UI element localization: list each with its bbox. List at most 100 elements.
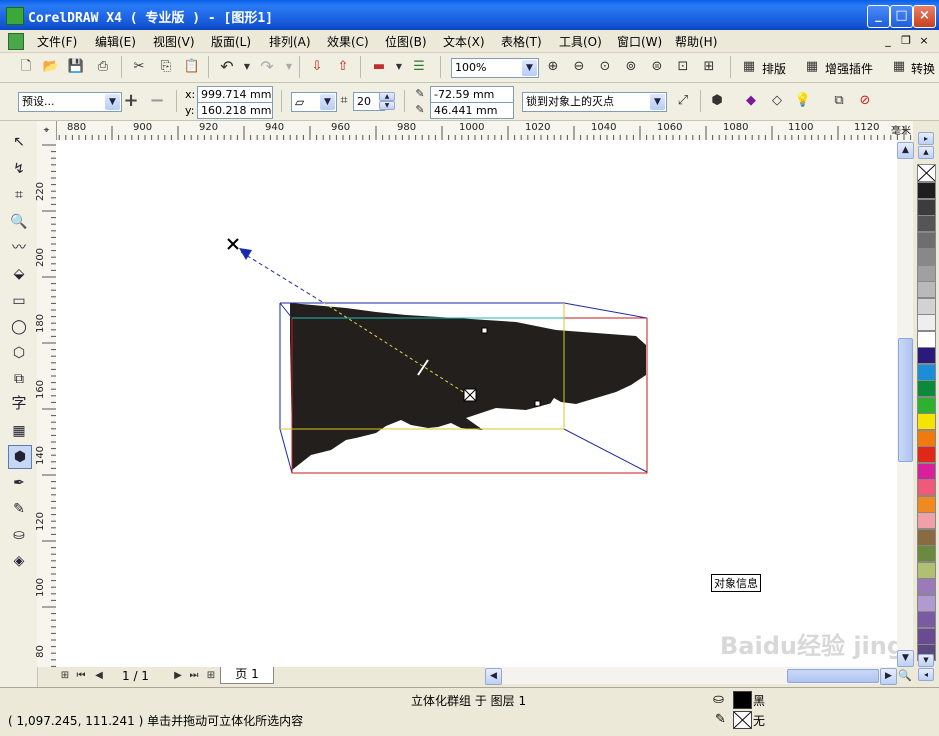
vanishing-point-mode-select[interactable]: 锁到对象上的灭点 ▼ (522, 92, 667, 112)
maximize-button[interactable]: □ (890, 5, 913, 28)
menu-file[interactable]: 文件(F) (37, 33, 77, 50)
color-swatch[interactable] (917, 627, 936, 645)
zoom-page-height-icon[interactable]: ⊞ (700, 58, 718, 76)
color-swatch[interactable] (917, 264, 936, 282)
color-swatch[interactable] (917, 462, 936, 480)
color-swatch[interactable] (917, 594, 936, 612)
color-swatch[interactable] (917, 347, 936, 364)
palette-menu-icon[interactable]: ▸ (918, 132, 934, 145)
zoom-page-width-icon[interactable]: ⊡ (674, 58, 692, 76)
menu-table[interactable]: 表格(T) (501, 33, 542, 50)
palette-scroll-up-icon[interactable]: ▲ (918, 146, 934, 159)
menu-edit[interactable]: 编辑(E) (95, 33, 136, 50)
outline-tool-icon[interactable]: ✎ (8, 498, 30, 520)
color-swatch[interactable] (917, 578, 936, 595)
navigator-zoom-icon[interactable]: 🔍 (897, 668, 913, 684)
zoom-selected-icon[interactable]: ⊙ (596, 58, 614, 76)
color-swatch[interactable] (917, 198, 936, 216)
extrusion-node-handle[interactable] (481, 327, 488, 334)
undo-icon[interactable]: ↶ (218, 58, 236, 76)
freehand-tool-icon[interactable]: 〰 (8, 237, 30, 259)
color-swatch[interactable] (917, 330, 936, 348)
menu-arrange[interactable]: 排列(A) (269, 33, 311, 50)
color-swatch[interactable] (917, 495, 936, 513)
application-launcher-icon[interactable]: ▬ (370, 58, 388, 76)
menu-effects[interactable]: 效果(C) (327, 33, 369, 50)
ellipse-tool-icon[interactable]: ◯ (8, 316, 30, 338)
preset-select[interactable]: 预设... ▼ (18, 92, 122, 112)
extrude-rotation-icon[interactable]: ⬢ (708, 92, 726, 110)
color-swatch[interactable] (917, 611, 936, 628)
depth-increase-icon[interactable]: ▲ (379, 92, 395, 101)
ruler-origin-icon[interactable]: ⌖ (37, 121, 57, 141)
menu-window[interactable]: 窗口(W) (617, 33, 662, 50)
interactive-extrude-tool-icon[interactable]: ⬢ (8, 445, 32, 469)
menu-help[interactable]: 帮助(H) (675, 33, 717, 50)
zoom-in-icon[interactable]: ⊕ (544, 58, 562, 76)
basic-shapes-tool-icon[interactable]: ⧉ (8, 368, 30, 390)
color-swatch[interactable] (917, 429, 936, 447)
text-tool-icon[interactable]: 字 (8, 392, 30, 414)
open-folder-icon[interactable]: 📂 (42, 58, 60, 76)
export-icon[interactable]: ⇧ (334, 58, 352, 76)
menu-view[interactable]: 视图(V) (153, 33, 195, 50)
horizontal-ruler[interactable]: 880 900 920 940 960 980 1000 1020 1040 1… (37, 121, 913, 141)
last-page-icon[interactable]: ⏭ (185, 667, 203, 685)
palette-expand-icon[interactable]: ◂ (918, 668, 934, 681)
extrusion-color-icon[interactable]: ◆ (742, 92, 760, 110)
extrusion-lighting-icon[interactable]: 💡 (794, 92, 812, 110)
mdi-restore-button[interactable]: ❐ (898, 33, 914, 48)
scroll-up-icon[interactable]: ▲ (897, 142, 914, 159)
color-swatch[interactable] (917, 182, 936, 199)
menu-text[interactable]: 文本(X) (443, 33, 485, 50)
add-preset-icon[interactable]: + (122, 92, 140, 110)
color-swatch[interactable] (917, 215, 936, 232)
new-document-icon[interactable]: 🗋 (17, 58, 35, 76)
save-icon[interactable]: 💾 (67, 58, 85, 76)
page-tab[interactable]: 页 1 (220, 667, 274, 684)
minimize-button[interactable]: _ (867, 5, 890, 28)
previous-page-icon[interactable]: ◀ (90, 667, 108, 685)
layout-plugin-button[interactable]: 排版 (762, 60, 786, 77)
color-swatch[interactable] (917, 561, 936, 579)
fill-color-swatch[interactable] (733, 691, 752, 709)
outline-color-swatch[interactable] (733, 711, 752, 729)
drawing-canvas[interactable]: 对象信息 Baidu经验 jingyan.baidu.com (56, 140, 897, 667)
color-swatch[interactable] (917, 380, 936, 397)
pick-tool-icon[interactable]: ↖ (8, 131, 30, 153)
zoom-level-select[interactable]: 100% ▼ (451, 58, 539, 78)
undo-dropdown-icon[interactable]: ▼ (238, 58, 256, 76)
y-position-input[interactable]: 160.218 mm (197, 102, 273, 119)
color-swatch[interactable] (917, 479, 936, 496)
depth-decrease-icon[interactable]: ▼ (379, 101, 395, 110)
copy-icon[interactable]: ⎘ (157, 58, 175, 76)
remove-preset-icon[interactable]: − (148, 92, 166, 110)
menu-tools[interactable]: 工具(O) (559, 33, 602, 50)
color-swatch[interactable] (917, 545, 936, 562)
menu-bitmaps[interactable]: 位图(B) (385, 33, 427, 50)
no-color-swatch[interactable] (917, 164, 936, 182)
convert-plugin-button[interactable]: 转换 (911, 60, 935, 77)
extrusion-type-select[interactable]: ▱ ▼ (291, 92, 337, 112)
color-swatch[interactable] (917, 413, 936, 430)
first-page-icon[interactable]: ⏮ (72, 667, 90, 685)
scroll-down-icon[interactable]: ▼ (897, 650, 914, 667)
horizontal-scroll-thumb[interactable] (787, 669, 879, 683)
color-swatch[interactable] (917, 396, 936, 414)
mdi-close-button[interactable]: × (916, 33, 932, 48)
extrusion-center-handle-icon[interactable] (463, 388, 477, 402)
vanishing-point-marker-icon[interactable] (227, 238, 239, 250)
mdi-minimize-button[interactable]: _ (880, 33, 896, 48)
polygon-tool-icon[interactable]: ⬡ (8, 342, 30, 364)
welcome-screen-icon[interactable]: ☰ (410, 58, 428, 76)
crop-tool-icon[interactable]: ⌗ (8, 184, 30, 206)
color-swatch[interactable] (917, 231, 936, 249)
scroll-right-icon[interactable]: ▶ (880, 668, 897, 685)
close-button[interactable]: × (913, 5, 936, 28)
zoom-page-icon[interactable]: ⊜ (648, 58, 666, 76)
vertical-scrollbar[interactable]: ▲ ▼ (897, 140, 914, 667)
clear-extrusion-icon[interactable]: ⊘ (856, 92, 874, 110)
add-page-after-icon[interactable]: ⊞ (202, 667, 220, 685)
scroll-left-icon[interactable]: ◀ (485, 668, 502, 685)
print-icon[interactable]: ⎙ (94, 58, 112, 76)
